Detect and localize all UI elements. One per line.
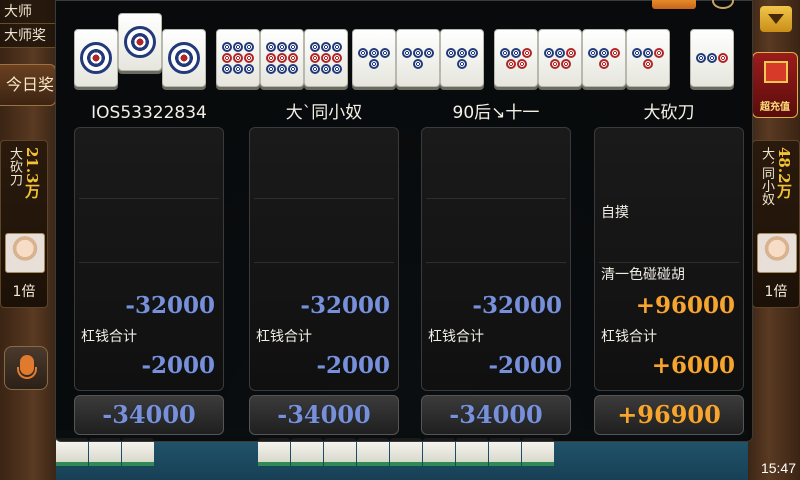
mahjong-tile [626, 29, 670, 87]
mahjong-tile [396, 29, 440, 87]
gang-total-label: 杠钱合计 [428, 329, 484, 345]
hu-type-label: 清一色碰碰胡 [601, 267, 685, 283]
score-detail-panel: -32000 杠钱合计 -2000 [249, 127, 399, 391]
winning-tile [690, 29, 734, 87]
player-name: IOS53322834 [91, 103, 207, 123]
gang-score: -2000 [488, 352, 562, 379]
gift-box-icon [764, 61, 788, 83]
score-detail-panel: 自摸 清一色碰碰胡 +96000 杠钱合计 +6000 [594, 127, 744, 391]
mahjong-tile [324, 438, 356, 466]
chevron-down-icon [768, 14, 784, 24]
mahjong-tile [494, 29, 538, 87]
player-name: 大砍刀 [643, 103, 695, 123]
divider [426, 262, 566, 263]
gang-score: -2000 [316, 352, 390, 379]
divider [79, 262, 219, 263]
mahjong-tile [522, 438, 554, 466]
total-score: -34000 [249, 395, 399, 435]
mahjong-tile [538, 29, 582, 87]
player-name: 大`同小奴 [285, 103, 363, 123]
total-score: -34000 [74, 395, 224, 435]
mahjong-tile [456, 438, 488, 466]
hu-score: -32000 [472, 292, 562, 319]
mahjong-tile [489, 438, 521, 466]
mahjong-tile [291, 438, 323, 466]
player-result-column: IOS53322834 -32000 杠钱合计 -2000 -34000 [74, 101, 224, 435]
score-detail-panel: -32000 杠钱合计 -2000 [74, 127, 224, 391]
menu-dropdown-button[interactable] [760, 6, 792, 32]
mahjong-tile [357, 438, 389, 466]
round-result-dialog: IOS53322834 -32000 杠钱合计 -2000 -34000 大`同… [55, 0, 753, 442]
gang-total-label: 杠钱合计 [601, 329, 657, 345]
mahjong-tile [122, 438, 154, 466]
mahjong-tile [216, 29, 260, 87]
player-result-column-winner: 大砍刀 自摸 清一色碰碰胡 +96000 杠钱合计 +6000 +96900 [594, 101, 744, 435]
mahjong-tile [260, 29, 304, 87]
today-reward-button[interactable]: 今日奖 [0, 64, 56, 106]
mahjong-tile [74, 29, 118, 87]
total-score: +96900 [594, 395, 744, 435]
top-left-tabs: 大师 大师奖 [0, 0, 56, 48]
hu-score: -32000 [300, 292, 390, 319]
player-result-column: 90后↘十一 -32000 杠钱合计 -2000 -34000 [421, 101, 571, 435]
voice-chat-button[interactable] [4, 346, 48, 390]
mahjong-tile [258, 438, 290, 466]
left-player-card[interactable]: 大砍刀 21.3万 1倍 [0, 140, 48, 308]
winning-hand [56, 13, 752, 99]
gang-total-label: 杠钱合计 [256, 329, 312, 345]
divider [599, 262, 739, 263]
mahjong-tile [440, 29, 484, 87]
close-icon[interactable] [712, 0, 734, 9]
mahjong-tile [582, 29, 626, 87]
left-player-multiplier: 1倍 [12, 284, 36, 300]
mahjong-tile [162, 29, 206, 87]
hu-score: -32000 [125, 292, 215, 319]
total-score: -34000 [421, 395, 571, 435]
score-detail-panel: -32000 杠钱合计 -2000 [421, 127, 571, 391]
mahjong-tile [89, 438, 121, 466]
mahjong-tile [352, 29, 396, 87]
share-button[interactable] [652, 0, 696, 9]
mahjong-tile [390, 438, 422, 466]
divider [254, 262, 394, 263]
bottom-hand-tiles-right [258, 438, 555, 468]
right-player-coins: 48.2万 [775, 147, 793, 199]
hu-type-label: 自摸 [601, 205, 629, 221]
right-player-card[interactable]: 大`同小奴 48.2万 1倍 [752, 140, 800, 308]
gang-score: +6000 [651, 352, 735, 379]
microphone-stand [17, 367, 37, 379]
mahjong-tile [304, 29, 348, 87]
recharge-label: 超充值 [760, 102, 790, 113]
system-clock: 15:47 [760, 460, 796, 476]
mahjong-tile [118, 13, 162, 71]
divider [79, 198, 219, 199]
avatar[interactable] [5, 233, 45, 273]
gang-total-label: 杠钱合计 [81, 329, 137, 345]
tab-master-reward[interactable]: 大师奖 [0, 24, 56, 48]
player-result-column: 大`同小奴 -32000 杠钱合计 -2000 -34000 [249, 101, 399, 435]
avatar[interactable] [757, 233, 797, 273]
divider [254, 198, 394, 199]
divider [426, 198, 566, 199]
bottom-hand-tiles-left [56, 438, 155, 468]
mahjong-tile [56, 438, 88, 466]
mahjong-tile [423, 438, 455, 466]
gang-score: -2000 [141, 352, 215, 379]
player-name: 90后↘十一 [452, 103, 540, 123]
left-player-coins: 21.3万 [23, 147, 41, 199]
hu-score: +96000 [635, 292, 735, 319]
recharge-gift-button[interactable]: 超充值 [752, 52, 798, 118]
right-player-multiplier: 1倍 [764, 284, 788, 300]
tab-master[interactable]: 大师 [0, 0, 56, 24]
